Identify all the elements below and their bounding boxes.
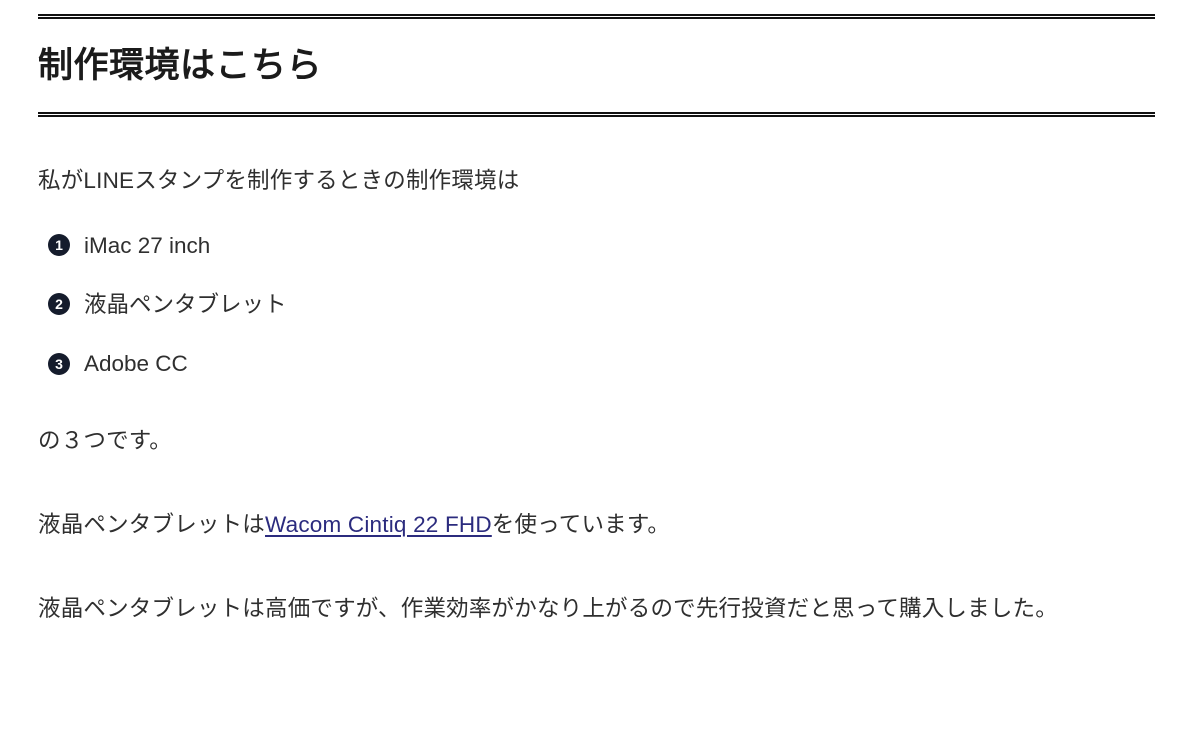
link-paragraph-suffix: を使っています。 [491,512,671,538]
link-paragraph: 液晶ペンタブレットはWacom Cintiq 22 FHDを使っています。 [38,508,1156,543]
list-item-label: Adobe CC [84,351,188,377]
wacom-cintiq-link[interactable]: Wacom Cintiq 22 FHD [265,512,492,537]
link-paragraph-prefix: 液晶ペンタブレットは [38,512,266,538]
intro-paragraph: 私がLINEスタンプを制作するときの制作環境は [38,167,520,193]
page-title: 制作環境はこちら [38,14,1155,117]
list-marker-icon: 1 [48,234,70,257]
closing-paragraph: 液晶ペンタブレットは高価ですが、作業効率がかなり上がるので先行投資だと思って購入… [38,596,1058,622]
list-item-label: iMac 27 inch [84,232,211,258]
list-marker-icon: 2 [48,293,70,316]
article-page: 制作環境はこちら 私がLINEスタンプを制作するときの制作環境は 1 iMac … [0,14,1200,747]
spec-list: 1 iMac 27 inch 2 液晶ペンタブレット 3 Adobe CC [38,231,1156,379]
list-item: 2 液晶ペンタブレット [48,290,1156,319]
list-item: 3 Adobe CC [48,349,1156,378]
list-item-label: 液晶ペンタブレット [84,291,287,317]
count-paragraph: の３つです。 [38,428,172,454]
list-item: 1 iMac 27 inch [48,231,1156,260]
list-marker-icon: 3 [48,352,70,375]
